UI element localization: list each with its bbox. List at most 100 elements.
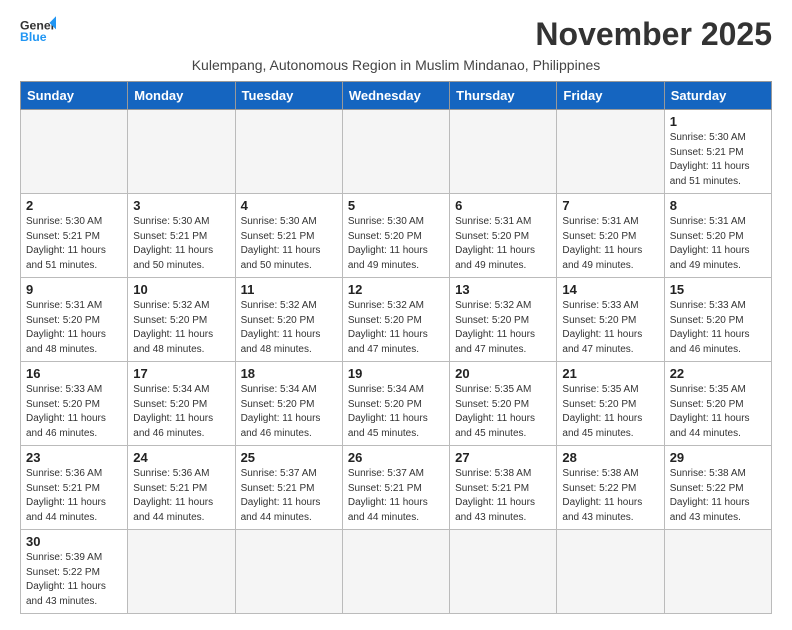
calendar-week-4: 16 Sunrise: 5:33 AM Sunset: 5:20 PM Dayli… xyxy=(21,362,772,446)
weekday-header-tuesday: Tuesday xyxy=(235,82,342,110)
logo-icon: General Blue xyxy=(20,16,56,46)
calendar-cell: 5 Sunrise: 5:30 AM Sunset: 5:20 PM Daylig… xyxy=(342,194,449,278)
calendar-cell: 9Sunrise: 5:31 AM Sunset: 5:20 PM Daylig… xyxy=(21,278,128,362)
calendar-cell: 30 Sunrise: 5:39 AM Sunset: 5:22 PM Dayli… xyxy=(21,530,128,614)
cell-content: Sunrise: 5:38 AM Sunset: 5:22 PM Dayligh… xyxy=(670,467,766,525)
day-number: 25 xyxy=(241,450,337,465)
calendar-cell: 15Sunrise: 5:33 AM Sunset: 5:20 PM Dayli… xyxy=(664,278,771,362)
month-title: November 2025 xyxy=(535,16,772,53)
cell-content: Sunrise: 5:33 AM Sunset: 5:20 PM Dayligh… xyxy=(26,383,122,441)
calendar-cell: 13Sunrise: 5:32 AM Sunset: 5:20 PM Dayli… xyxy=(450,278,557,362)
cell-content: Sunrise: 5:32 AM Sunset: 5:20 PM Dayligh… xyxy=(241,299,337,357)
weekday-header-sunday: Sunday xyxy=(21,82,128,110)
calendar-week-3: 9Sunrise: 5:31 AM Sunset: 5:20 PM Daylig… xyxy=(21,278,772,362)
calendar-cell: 3 Sunrise: 5:30 AM Sunset: 5:21 PM Daylig… xyxy=(128,194,235,278)
weekday-header-wednesday: Wednesday xyxy=(342,82,449,110)
weekday-header-friday: Friday xyxy=(557,82,664,110)
calendar-cell: 23Sunrise: 5:36 AM Sunset: 5:21 PM Dayli… xyxy=(21,446,128,530)
page-header: General Blue November 2025 xyxy=(20,16,772,53)
day-number: 9 xyxy=(26,282,122,297)
cell-content: Sunrise: 5:30 AM Sunset: 5:21 PM Dayligh… xyxy=(26,215,122,273)
calendar-week-2: 2 Sunrise: 5:30 AM Sunset: 5:21 PM Daylig… xyxy=(21,194,772,278)
day-number: 28 xyxy=(562,450,658,465)
day-number: 14 xyxy=(562,282,658,297)
cell-content: Sunrise: 5:37 AM Sunset: 5:21 PM Dayligh… xyxy=(348,467,444,525)
svg-text:Blue: Blue xyxy=(20,30,47,44)
day-number: 5 xyxy=(348,198,444,213)
day-number: 6 xyxy=(455,198,551,213)
cell-content: Sunrise: 5:32 AM Sunset: 5:20 PM Dayligh… xyxy=(455,299,551,357)
calendar-cell: 1 Sunrise: 5:30 AM Sunset: 5:21 PM Daylig… xyxy=(664,110,771,194)
calendar-cell xyxy=(450,530,557,614)
day-number: 1 xyxy=(670,114,766,129)
calendar-cell: 22 Sunrise: 5:35 AM Sunset: 5:20 PM Dayli… xyxy=(664,362,771,446)
day-number: 22 xyxy=(670,366,766,381)
cell-content: Sunrise: 5:31 AM Sunset: 5:20 PM Dayligh… xyxy=(670,215,766,273)
day-number: 26 xyxy=(348,450,444,465)
cell-content: Sunrise: 5:39 AM Sunset: 5:22 PM Dayligh… xyxy=(26,551,122,609)
calendar-cell: 10 Sunrise: 5:32 AM Sunset: 5:20 PM Dayli… xyxy=(128,278,235,362)
weekday-header-saturday: Saturday xyxy=(664,82,771,110)
calendar-cell: 26 Sunrise: 5:37 AM Sunset: 5:21 PM Dayli… xyxy=(342,446,449,530)
day-number: 18 xyxy=(241,366,337,381)
cell-content: Sunrise: 5:35 AM Sunset: 5:20 PM Dayligh… xyxy=(670,383,766,441)
subtitle: Kulempang, Autonomous Region in Muslim M… xyxy=(20,57,772,73)
cell-content: Sunrise: 5:30 AM Sunset: 5:21 PM Dayligh… xyxy=(133,215,229,273)
day-number: 3 xyxy=(133,198,229,213)
day-number: 30 xyxy=(26,534,122,549)
day-number: 12 xyxy=(348,282,444,297)
calendar-cell: 4Sunrise: 5:30 AM Sunset: 5:21 PM Daylig… xyxy=(235,194,342,278)
calendar-cell: 20 Sunrise: 5:35 AM Sunset: 5:20 PM Dayli… xyxy=(450,362,557,446)
cell-content: Sunrise: 5:34 AM Sunset: 5:20 PM Dayligh… xyxy=(133,383,229,441)
cell-content: Sunrise: 5:30 AM Sunset: 5:21 PM Dayligh… xyxy=(670,131,766,189)
day-number: 2 xyxy=(26,198,122,213)
calendar-cell: 11 Sunrise: 5:32 AM Sunset: 5:20 PM Dayli… xyxy=(235,278,342,362)
calendar-cell: 7Sunrise: 5:31 AM Sunset: 5:20 PM Daylig… xyxy=(557,194,664,278)
logo: General Blue xyxy=(20,16,56,46)
calendar-cell: 8 Sunrise: 5:31 AM Sunset: 5:20 PM Daylig… xyxy=(664,194,771,278)
cell-content: Sunrise: 5:33 AM Sunset: 5:20 PM Dayligh… xyxy=(562,299,658,357)
weekday-header-thursday: Thursday xyxy=(450,82,557,110)
calendar-week-5: 23Sunrise: 5:36 AM Sunset: 5:21 PM Dayli… xyxy=(21,446,772,530)
cell-content: Sunrise: 5:38 AM Sunset: 5:21 PM Dayligh… xyxy=(455,467,551,525)
day-number: 29 xyxy=(670,450,766,465)
cell-content: Sunrise: 5:32 AM Sunset: 5:20 PM Dayligh… xyxy=(348,299,444,357)
cell-content: Sunrise: 5:38 AM Sunset: 5:22 PM Dayligh… xyxy=(562,467,658,525)
day-number: 17 xyxy=(133,366,229,381)
calendar-week-1: 1 Sunrise: 5:30 AM Sunset: 5:21 PM Daylig… xyxy=(21,110,772,194)
calendar-cell xyxy=(128,530,235,614)
day-number: 11 xyxy=(241,282,337,297)
calendar-cell: 24Sunrise: 5:36 AM Sunset: 5:21 PM Dayli… xyxy=(128,446,235,530)
cell-content: Sunrise: 5:34 AM Sunset: 5:20 PM Dayligh… xyxy=(348,383,444,441)
calendar-cell: 14 Sunrise: 5:33 AM Sunset: 5:20 PM Dayli… xyxy=(557,278,664,362)
cell-content: Sunrise: 5:32 AM Sunset: 5:20 PM Dayligh… xyxy=(133,299,229,357)
day-number: 16 xyxy=(26,366,122,381)
calendar-cell: 27Sunrise: 5:38 AM Sunset: 5:21 PM Dayli… xyxy=(450,446,557,530)
day-number: 24 xyxy=(133,450,229,465)
calendar-cell: 25Sunrise: 5:37 AM Sunset: 5:21 PM Dayli… xyxy=(235,446,342,530)
weekday-header-monday: Monday xyxy=(128,82,235,110)
cell-content: Sunrise: 5:31 AM Sunset: 5:20 PM Dayligh… xyxy=(455,215,551,273)
day-number: 8 xyxy=(670,198,766,213)
calendar-cell xyxy=(557,110,664,194)
calendar-cell: 16 Sunrise: 5:33 AM Sunset: 5:20 PM Dayli… xyxy=(21,362,128,446)
day-number: 23 xyxy=(26,450,122,465)
calendar-cell xyxy=(128,110,235,194)
calendar-cell: 12 Sunrise: 5:32 AM Sunset: 5:20 PM Dayli… xyxy=(342,278,449,362)
calendar-cell: 19Sunrise: 5:34 AM Sunset: 5:20 PM Dayli… xyxy=(342,362,449,446)
cell-content: Sunrise: 5:33 AM Sunset: 5:20 PM Dayligh… xyxy=(670,299,766,357)
day-number: 21 xyxy=(562,366,658,381)
calendar-week-6: 30 Sunrise: 5:39 AM Sunset: 5:22 PM Dayli… xyxy=(21,530,772,614)
calendar-cell xyxy=(450,110,557,194)
calendar-cell xyxy=(235,530,342,614)
cell-content: Sunrise: 5:35 AM Sunset: 5:20 PM Dayligh… xyxy=(455,383,551,441)
cell-content: Sunrise: 5:30 AM Sunset: 5:20 PM Dayligh… xyxy=(348,215,444,273)
day-number: 10 xyxy=(133,282,229,297)
calendar-cell: 21 Sunrise: 5:35 AM Sunset: 5:20 PM Dayli… xyxy=(557,362,664,446)
calendar-cell: 17 Sunrise: 5:34 AM Sunset: 5:20 PM Dayli… xyxy=(128,362,235,446)
calendar-cell: 29 Sunrise: 5:38 AM Sunset: 5:22 PM Dayli… xyxy=(664,446,771,530)
day-number: 20 xyxy=(455,366,551,381)
calendar-cell xyxy=(557,530,664,614)
cell-content: Sunrise: 5:35 AM Sunset: 5:20 PM Dayligh… xyxy=(562,383,658,441)
cell-content: Sunrise: 5:31 AM Sunset: 5:20 PM Dayligh… xyxy=(562,215,658,273)
